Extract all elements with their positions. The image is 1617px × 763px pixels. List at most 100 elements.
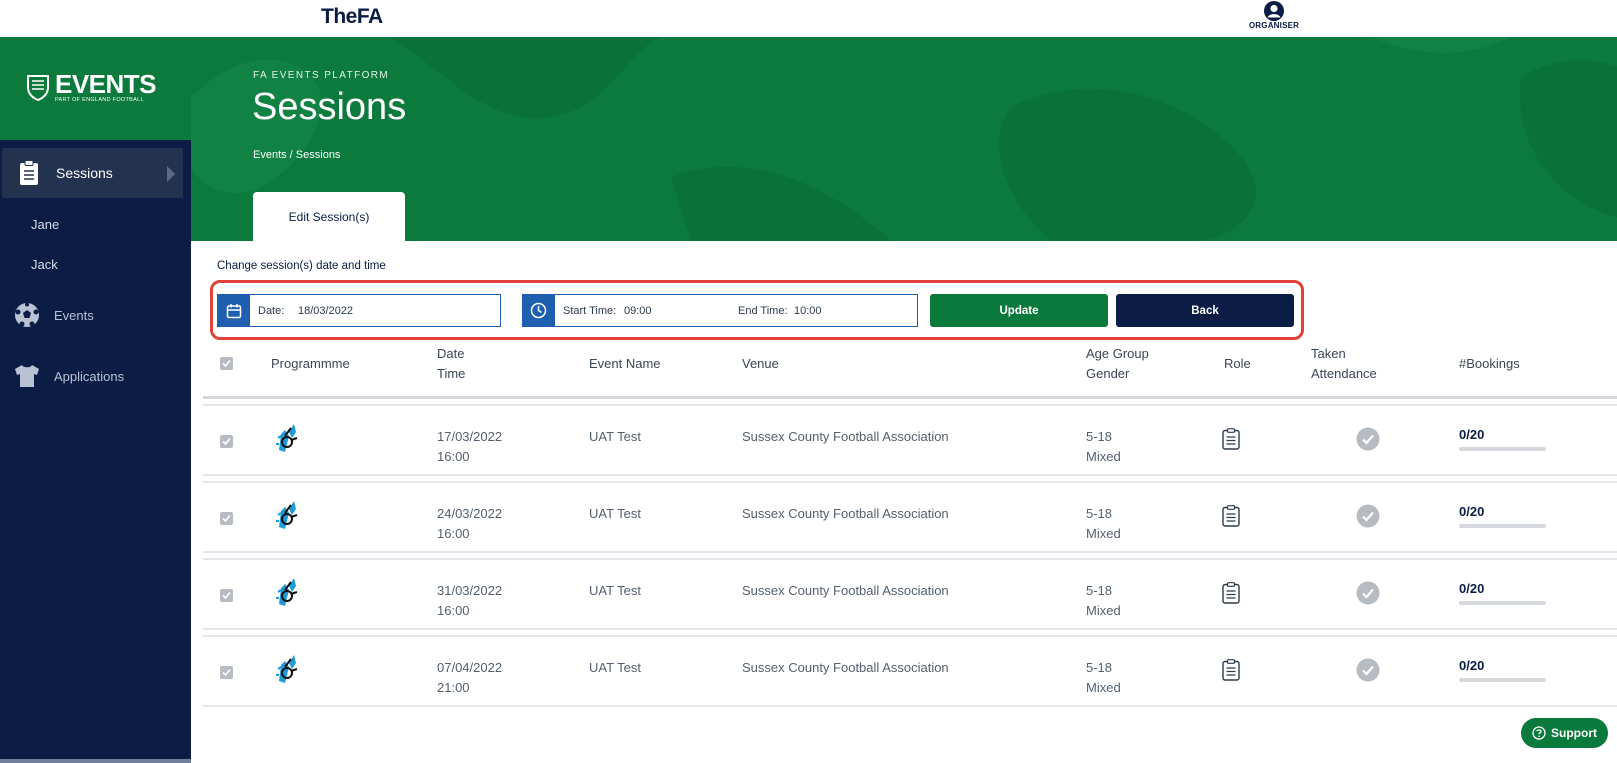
bookings-count: 0/20 xyxy=(1459,581,1485,596)
bookings-progress-bar xyxy=(1459,447,1546,451)
update-button[interactable]: Update xyxy=(930,294,1108,327)
end-time-label: End Time: xyxy=(738,304,788,317)
sidebar-item-applications[interactable]: Applications xyxy=(0,351,191,401)
bookings-progress-bar xyxy=(1459,678,1546,682)
end-time-value[interactable]: 10:00 xyxy=(794,305,822,317)
user-avatar-icon xyxy=(1264,1,1284,21)
row-checkbox[interactable] xyxy=(220,435,233,448)
crest-icon xyxy=(27,75,49,101)
football-icon xyxy=(14,302,40,328)
role-clipboard-icon[interactable] xyxy=(1222,582,1240,604)
header-taken[interactable]: Taken xyxy=(1311,344,1346,363)
header-venue[interactable]: Venue xyxy=(742,354,779,373)
header-event-name[interactable]: Event Name xyxy=(589,354,661,373)
help-icon xyxy=(1532,726,1546,740)
table-row[interactable]: 07/04/2022 21:00 UAT Test Sussex County … xyxy=(203,635,1617,707)
attendance-check-icon[interactable] xyxy=(1356,504,1380,528)
role-clipboard-icon[interactable] xyxy=(1222,428,1240,450)
date-field[interactable]: Date: 18/03/2022 xyxy=(217,294,501,327)
bookings-progress-bar xyxy=(1459,524,1546,528)
session-time: 21:00 xyxy=(437,680,470,695)
sidebar-subitem-jane[interactable]: Jane xyxy=(31,217,59,232)
platform-label: FA EVENTS PLATFORM xyxy=(253,70,390,81)
user-menu[interactable]: ORGANISER xyxy=(1247,1,1301,35)
row-checkbox[interactable] xyxy=(220,512,233,525)
national-lottery-logo xyxy=(276,578,298,606)
chevron-right-icon xyxy=(167,166,175,182)
row-checkbox[interactable] xyxy=(220,589,233,602)
fa-logo[interactable]: TheFA xyxy=(321,5,383,29)
event-name: UAT Test xyxy=(589,660,642,675)
back-button[interactable]: Back xyxy=(1116,294,1294,327)
date-value[interactable]: 18/03/2022 xyxy=(298,305,353,317)
age-group: 5-18 xyxy=(1086,429,1113,444)
national-lottery-logo xyxy=(276,655,298,683)
section-label: Change session(s) date and time xyxy=(217,260,386,272)
start-time-label: Start Time: xyxy=(563,304,617,317)
session-date: 07/04/2022 xyxy=(437,660,503,675)
row-checkbox[interactable] xyxy=(220,666,233,679)
bookings-count: 0/20 xyxy=(1459,504,1485,519)
sidebar-item-label: Sessions xyxy=(56,165,113,181)
page-title: Sessions xyxy=(252,86,407,128)
age-group: 5-18 xyxy=(1086,506,1113,521)
session-time: 16:00 xyxy=(437,603,470,618)
venue: Sussex County Football Association xyxy=(742,429,949,444)
page-header: FA EVENTS PLATFORM Sessions Events / Ses… xyxy=(191,37,1617,241)
age-group: 5-18 xyxy=(1086,583,1113,598)
header-age-group[interactable]: Age Group xyxy=(1086,344,1149,363)
calendar-icon xyxy=(217,294,250,327)
sidebar-item-label: Applications xyxy=(54,368,125,384)
events-logo[interactable]: EVENTS PART OF ENGLAND FOOTBALL xyxy=(0,37,191,140)
date-label: Date: xyxy=(258,304,285,317)
shirt-icon xyxy=(14,363,40,389)
sidebar-item-events[interactable]: Events xyxy=(0,290,191,340)
session-date: 31/03/2022 xyxy=(437,583,503,598)
event-name: UAT Test xyxy=(589,583,642,598)
venue: Sussex County Football Association xyxy=(742,660,949,675)
header-role[interactable]: Role xyxy=(1224,354,1251,373)
table-row[interactable]: 31/03/2022 16:00 UAT Test Sussex County … xyxy=(203,558,1617,630)
venue: Sussex County Football Association xyxy=(742,583,949,598)
header-time[interactable]: Time xyxy=(437,364,465,383)
national-lottery-logo xyxy=(276,424,298,452)
attendance-check-icon[interactable] xyxy=(1356,581,1380,605)
bookings-count: 0/20 xyxy=(1459,658,1485,673)
events-logo-subtext: PART OF ENGLAND FOOTBALL xyxy=(55,97,144,103)
role-clipboard-icon[interactable] xyxy=(1222,505,1240,527)
age-group: 5-18 xyxy=(1086,660,1113,675)
bookings-progress-bar xyxy=(1459,601,1546,605)
select-all-checkbox[interactable] xyxy=(220,357,233,370)
venue: Sussex County Football Association xyxy=(742,506,949,521)
clipboard-icon xyxy=(16,160,42,186)
sidebar-item-sessions[interactable]: Sessions xyxy=(2,148,183,198)
bookings-count: 0/20 xyxy=(1459,427,1485,442)
gender: Mixed xyxy=(1086,603,1121,618)
session-date: 24/03/2022 xyxy=(437,506,503,521)
support-label: Support xyxy=(1551,726,1597,740)
header-bookings[interactable]: #Bookings xyxy=(1459,354,1520,373)
gender: Mixed xyxy=(1086,526,1121,541)
session-time: 16:00 xyxy=(437,449,470,464)
breadcrumb[interactable]: Events / Sessions xyxy=(253,149,340,161)
gender: Mixed xyxy=(1086,680,1121,695)
header-gender[interactable]: Gender xyxy=(1086,364,1129,383)
session-time: 16:00 xyxy=(437,526,470,541)
header-programme[interactable]: Programmme xyxy=(271,354,350,373)
tab-edit-sessions[interactable]: Edit Session(s) xyxy=(253,192,405,241)
attendance-check-icon[interactable] xyxy=(1356,427,1380,451)
start-time-value[interactable]: 09:00 xyxy=(624,305,652,317)
time-field[interactable]: Start Time: 09:00 End Time: 10:00 xyxy=(522,294,918,327)
sidebar-subitem-jack[interactable]: Jack xyxy=(31,257,58,272)
header-attendance[interactable]: Attendance xyxy=(1311,364,1377,383)
table-row[interactable]: 24/03/2022 16:00 UAT Test Sussex County … xyxy=(203,481,1617,553)
header-date[interactable]: Date xyxy=(437,344,464,363)
top-bar: TheFA ORGANISER xyxy=(0,0,1617,37)
support-button[interactable]: Support xyxy=(1521,718,1608,748)
events-logo-text: EVENTS xyxy=(55,69,157,99)
user-role-label: ORGANISER xyxy=(1248,21,1300,30)
national-lottery-logo xyxy=(276,501,298,529)
role-clipboard-icon[interactable] xyxy=(1222,659,1240,681)
attendance-check-icon[interactable] xyxy=(1356,658,1380,682)
table-row[interactable]: 17/03/2022 16:00 UAT Test Sussex County … xyxy=(203,404,1617,476)
